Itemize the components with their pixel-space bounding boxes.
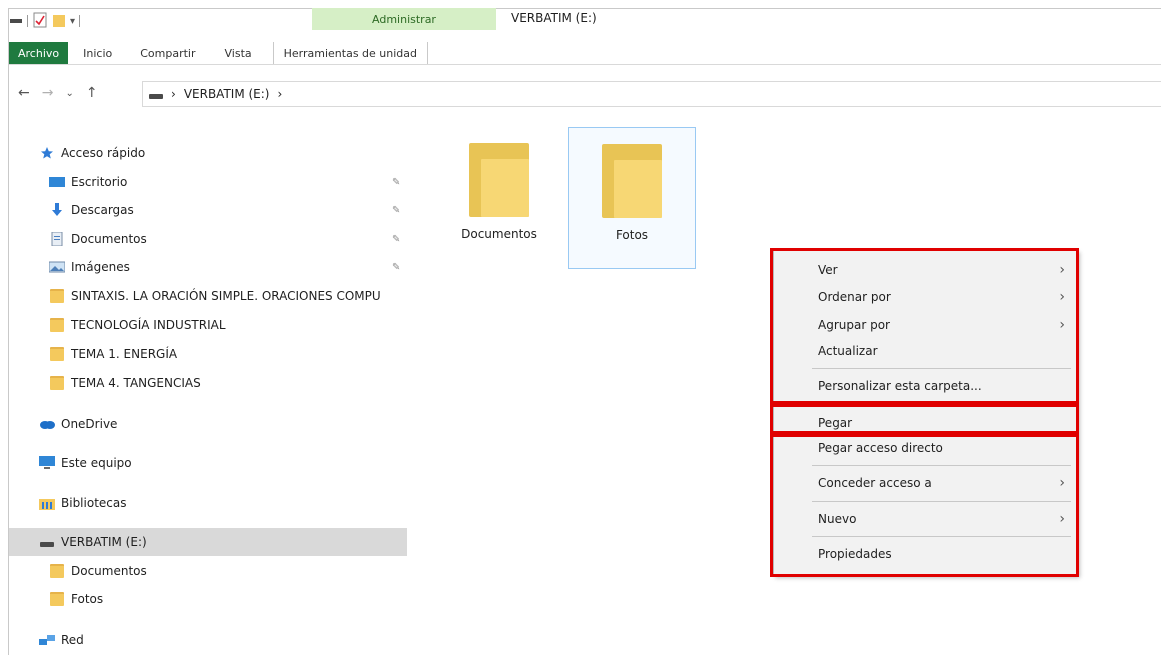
folder-item-documentos[interactable]: Documentos — [436, 127, 562, 267]
nav-drive-documentos[interactable]: Documentos — [49, 558, 407, 584]
folder-icon — [49, 347, 65, 361]
folder-icon — [49, 564, 65, 578]
nav-item-tema-4-tangencias[interactable]: TEMA 4. TANGENCIAS — [49, 370, 407, 396]
drive-icon — [39, 535, 55, 549]
nav-item-label: Acceso rápido — [61, 146, 146, 160]
nav-item-label: Este equipo — [61, 456, 132, 470]
tab-vista[interactable]: Vista — [207, 42, 263, 64]
nav-item-documentos[interactable]: Documentos ✎ — [49, 226, 407, 252]
nav-item-label: Documentos — [71, 232, 147, 246]
tab-compartir[interactable]: Compartir — [123, 42, 206, 64]
tab-herramientas-de-unidad[interactable]: Herramientas de unidad — [272, 42, 428, 64]
address-separator: › — [171, 87, 176, 101]
up-arrow-icon[interactable]: ↑ — [86, 85, 98, 101]
customize-toolbar-icon[interactable]: ▾ — [70, 16, 75, 27]
folder-icon — [49, 318, 65, 332]
nav-item-label: Escritorio — [71, 175, 128, 189]
nav-item-imagenes[interactable]: Imágenes ✎ — [49, 254, 407, 280]
nav-item-label: OneDrive — [61, 417, 118, 431]
nav-item-label: Red — [61, 633, 84, 647]
toolbar-separator — [79, 15, 81, 27]
pin-icon[interactable]: ✎ — [392, 234, 400, 245]
nav-red[interactable]: Red — [39, 627, 407, 653]
tab-inicio[interactable]: Inicio — [68, 42, 123, 64]
nav-item-label: TECNOLOGÍA INDUSTRIAL — [71, 318, 226, 332]
nav-este-equipo[interactable]: Este equipo — [39, 450, 407, 476]
star-icon — [39, 146, 55, 160]
nav-item-label: Documentos — [71, 564, 147, 578]
highlight-box-pegar — [770, 404, 1079, 434]
quick-access-toolbar: ▾ — [9, 10, 81, 32]
nav-item-tema-1-energia[interactable]: TEMA 1. ENERGÍA — [49, 341, 407, 367]
nav-item-label: TEMA 4. TANGENCIAS — [71, 376, 201, 390]
recent-locations-chevron-icon[interactable]: ⌄ — [65, 88, 73, 99]
context-group-header: Administrar — [312, 8, 496, 30]
window-title: VERBATIM (E:) — [511, 11, 597, 25]
back-arrow-icon[interactable]: ← — [18, 85, 30, 101]
folder-label: Documentos — [461, 227, 537, 241]
desktop-icon — [49, 175, 65, 189]
forward-arrow-icon[interactable]: → — [42, 85, 54, 101]
folder-icon — [49, 376, 65, 390]
nav-item-label: Imágenes — [71, 260, 130, 274]
toolbar-separator — [27, 15, 28, 27]
folder-item-fotos[interactable]: Fotos — [568, 127, 696, 269]
network-icon — [39, 633, 55, 647]
pin-icon[interactable]: ✎ — [392, 262, 400, 273]
folder-icon — [469, 143, 529, 217]
address-path-item[interactable]: VERBATIM (E:) — [184, 87, 270, 101]
tab-archivo[interactable]: Archivo — [9, 42, 69, 64]
properties-check-icon[interactable] — [32, 12, 48, 31]
navigation-buttons: ← → ⌄ ↑ — [18, 82, 98, 104]
folder-icon — [49, 592, 65, 606]
folder-label: Fotos — [615, 228, 649, 242]
new-folder-icon[interactable] — [52, 12, 66, 31]
nav-item-label: Descargas — [71, 203, 134, 217]
download-icon — [49, 203, 65, 217]
drive-icon — [149, 94, 163, 99]
document-icon — [49, 232, 65, 246]
highlight-box-top — [770, 248, 1079, 404]
highlight-box-bottom — [770, 434, 1079, 577]
nav-item-label: SINTAXIS. LA ORACIÓN SIMPLE. ORACIONES C… — [71, 289, 381, 303]
nav-bibliotecas[interactable]: Bibliotecas — [39, 490, 407, 516]
nav-drive-fotos[interactable]: Fotos — [49, 586, 407, 612]
address-separator[interactable]: › — [277, 87, 282, 101]
nav-item-sintaxis[interactable]: SINTAXIS. LA ORACIÓN SIMPLE. ORACIONES C… — [49, 283, 407, 309]
nav-item-descargas[interactable]: Descargas ✎ — [49, 197, 407, 223]
pin-icon[interactable]: ✎ — [392, 177, 400, 188]
folder-icon — [49, 289, 65, 303]
computer-icon — [39, 456, 55, 470]
nav-onedrive[interactable]: OneDrive — [39, 411, 407, 437]
address-bar[interactable]: › VERBATIM (E:) › — [142, 81, 1161, 107]
library-icon — [39, 496, 55, 510]
ribbon-divider — [9, 64, 1161, 65]
drive-toolbar-icon[interactable] — [9, 14, 23, 28]
navigation-pane: Acceso rápido Escritorio ✎ Descargas ✎ D… — [9, 140, 409, 655]
folder-icon — [602, 144, 662, 218]
nav-item-label: Bibliotecas — [61, 496, 127, 510]
ribbon-tabs: Archivo Inicio Compartir Vista Herramien… — [9, 42, 428, 64]
pin-icon[interactable]: ✎ — [392, 205, 400, 216]
image-icon — [49, 260, 65, 274]
nav-quick-access[interactable]: Acceso rápido — [39, 140, 407, 166]
cloud-icon — [39, 417, 55, 431]
nav-item-tecnologia-industrial[interactable]: TECNOLOGÍA INDUSTRIAL — [49, 312, 407, 338]
nav-item-escritorio[interactable]: Escritorio ✎ — [49, 169, 407, 195]
nav-item-label: VERBATIM (E:) — [61, 535, 147, 549]
nav-item-label: TEMA 1. ENERGÍA — [71, 347, 178, 361]
nav-item-label: Fotos — [71, 592, 104, 606]
nav-verbatim-drive[interactable]: VERBATIM (E:) — [9, 528, 407, 556]
